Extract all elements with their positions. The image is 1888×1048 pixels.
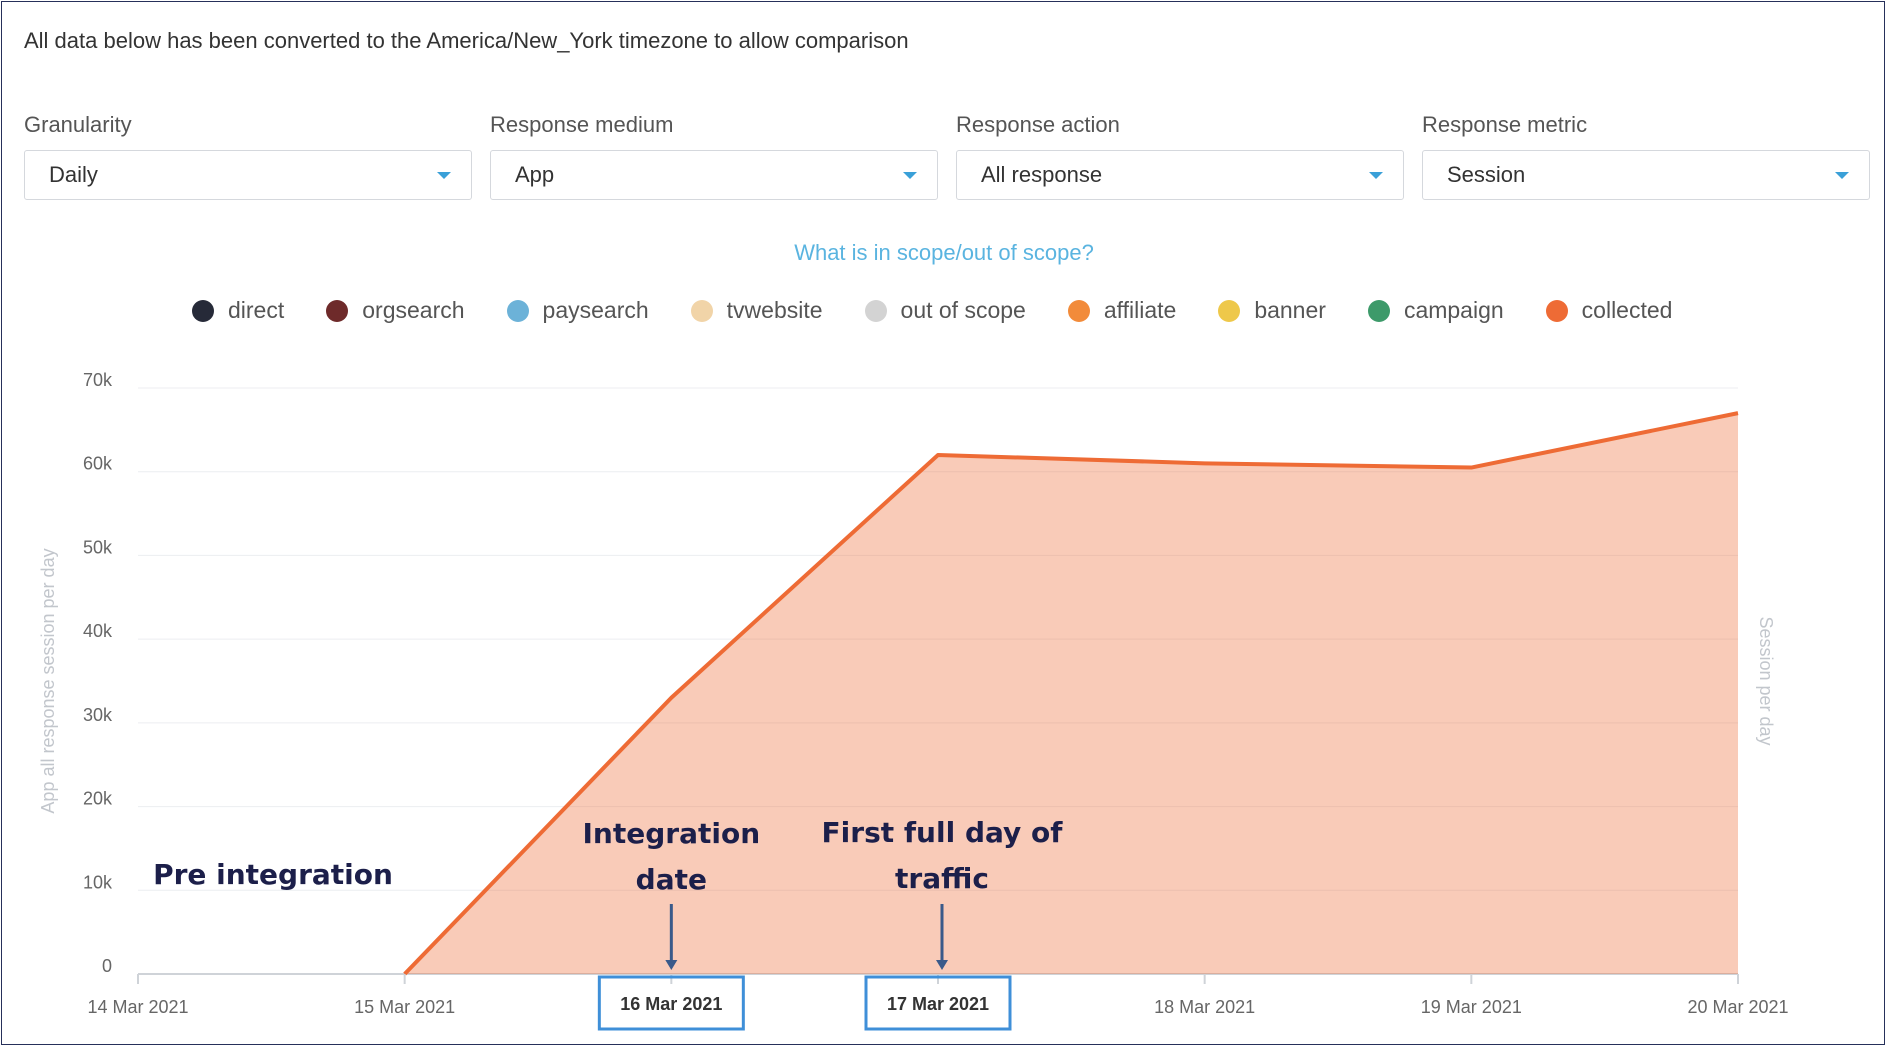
area-fill [404, 413, 1739, 975]
annotation-integration-date: date [636, 863, 707, 896]
y-tick-label: 50k [83, 537, 113, 557]
annotation-integration-date: Integration [583, 817, 761, 850]
x-tick-label: 19 Mar 2021 [1421, 997, 1522, 1017]
y-tick-label: 70k [83, 370, 113, 390]
annotation-first-full-day: traffic [895, 862, 989, 895]
x-tick-label: 16 Mar 2021 [620, 994, 722, 1014]
series-collected [403, 411, 1739, 976]
annotation-first-full-day: First full day of [822, 816, 1064, 849]
y-tick-label: 10k [83, 872, 113, 892]
y-axis-title: App all response session per day [38, 548, 58, 813]
x-tick-label: 18 Mar 2021 [1154, 997, 1255, 1017]
y-tick-label: 60k [83, 454, 113, 474]
x-tick-label: 14 Mar 2021 [87, 997, 188, 1017]
y-tick-label: 20k [83, 789, 113, 809]
y-tick-label: 0 [102, 956, 112, 976]
y-tick-label: 40k [83, 621, 113, 641]
x-tick-label: 20 Mar 2021 [1687, 997, 1788, 1017]
y-tick-label: 30k [83, 705, 113, 725]
y-axis-title-right: Session per day [1756, 616, 1776, 745]
x-tick-label: 17 Mar 2021 [887, 994, 989, 1014]
x-tick-label: 15 Mar 2021 [354, 997, 455, 1017]
area-chart: 0 10k 20k 30k 40k 50k 60k 70k 14 Mar 2021 15 Mar … [38, 370, 1789, 1031]
annotation-pre-integration: Pre integration [153, 858, 393, 891]
